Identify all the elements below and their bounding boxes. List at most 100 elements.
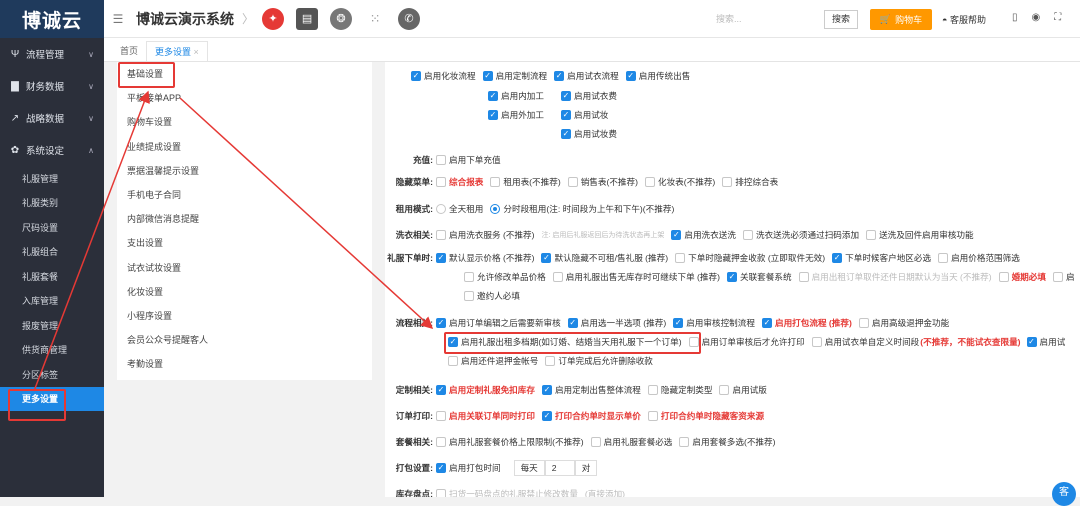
- checkbox-icon[interactable]: ✓: [671, 230, 682, 240]
- option-checkbox[interactable]: ✓ 下单时候客户地区必选: [832, 252, 931, 264]
- checkbox-icon[interactable]: ✓: [436, 463, 446, 473]
- sidebar-item[interactable]: 报废管理: [0, 313, 104, 338]
- rent-mode-radio[interactable]: 分时段租用(注: 时间段为上午和下午)(不推荐): [490, 203, 674, 215]
- checkbox-icon[interactable]: [647, 411, 658, 421]
- option-checkbox[interactable]: 启用高级退押金功能: [858, 317, 949, 329]
- pack-days-input[interactable]: 2: [544, 460, 575, 476]
- checkbox-icon[interactable]: [858, 318, 869, 328]
- checkbox-icon[interactable]: [938, 253, 949, 263]
- checkbox-icon[interactable]: ✓: [673, 318, 684, 328]
- checkbox-icon[interactable]: [436, 177, 446, 187]
- option-checkbox[interactable]: ✓ 启用订单编辑之后需要新审核: [436, 317, 561, 329]
- chat-icon[interactable]: 客: [1052, 482, 1076, 506]
- checkbox-icon[interactable]: [436, 489, 446, 497]
- checkbox-icon[interactable]: ✓: [436, 318, 446, 328]
- option-checkbox[interactable]: 启用洗衣服务 (不推荐): [436, 229, 534, 241]
- search-button[interactable]: 搜索: [824, 10, 858, 29]
- option-checkbox[interactable]: ✓ 启用试衣费: [561, 90, 617, 102]
- option-checkbox[interactable]: ✓ 启用传统出售: [625, 70, 690, 82]
- settings-category-item[interactable]: 平板接单APP: [117, 86, 372, 110]
- checkbox-icon[interactable]: ✓: [488, 91, 498, 101]
- settings-category-item[interactable]: 考勤设置: [117, 352, 372, 376]
- option-checkbox[interactable]: 销售表(不推荐): [567, 176, 638, 188]
- checkbox-icon[interactable]: ✓: [541, 385, 552, 395]
- settings-category-item[interactable]: 会员公众号提醒客人: [117, 328, 372, 352]
- option-checkbox[interactable]: 租用表(不推荐): [490, 176, 561, 188]
- option-checkbox[interactable]: 订单完成后允许删除收款: [545, 355, 653, 367]
- option-checkbox[interactable]: ✓ 启用内加工: [488, 90, 544, 102]
- checkbox-icon[interactable]: [552, 272, 563, 282]
- checkbox-icon[interactable]: [866, 230, 877, 240]
- apps-grid-icon[interactable]: ⁙: [364, 7, 387, 30]
- option-checkbox[interactable]: 启用还件退押金帐号: [448, 355, 538, 367]
- option-checkbox[interactable]: 排控综合表: [722, 176, 778, 188]
- checkbox-icon[interactable]: ✓: [1026, 337, 1037, 347]
- option-checkbox[interactable]: ✓ 默认显示价格 (不推荐): [436, 252, 534, 264]
- option-checkbox[interactable]: 启用出租订单取件还件日期默认为当天 (不推荐): [798, 271, 992, 283]
- option-checkbox[interactable]: ✓ 启用试: [1026, 336, 1065, 348]
- checkbox-icon[interactable]: [436, 437, 446, 447]
- sidebar-group[interactable]: ↗ 战略数据 ∨: [0, 102, 104, 134]
- checkbox-icon[interactable]: [722, 177, 733, 187]
- hamburger-icon[interactable]: ☰: [104, 12, 132, 26]
- checkbox-icon[interactable]: ✓: [625, 71, 636, 81]
- settings-category-item[interactable]: 试衣试妆设置: [117, 256, 372, 280]
- checkbox-icon[interactable]: ✓: [832, 253, 843, 263]
- checkbox-icon[interactable]: [798, 272, 809, 282]
- checkbox-icon[interactable]: [436, 230, 446, 240]
- option-checkbox[interactable]: 送洗及回件启用审核功能: [866, 229, 974, 241]
- checkbox-icon[interactable]: [644, 177, 655, 187]
- fire-icon[interactable]: ✦: [262, 7, 285, 30]
- phone-icon[interactable]: ✆: [398, 7, 421, 30]
- settings-category-item[interactable]: 内部微信消息提醒: [117, 207, 372, 231]
- checkbox-icon[interactable]: [719, 385, 730, 395]
- option-checkbox[interactable]: 综合报表: [436, 176, 483, 188]
- sidebar-item[interactable]: 尺码设置: [0, 215, 104, 240]
- option-checkbox[interactable]: 启用礼服套餐必选: [590, 436, 672, 448]
- checkbox-icon[interactable]: [464, 272, 474, 282]
- option-checkbox[interactable]: ✓ 启用定制出售整体流程: [541, 384, 641, 396]
- option-checkbox[interactable]: ✓ 启用定制礼服免扣库存: [436, 384, 535, 396]
- tab-more-settings[interactable]: 更多设置 ×: [146, 41, 208, 61]
- sidebar-item[interactable]: 礼服组合: [0, 240, 104, 265]
- checkbox-icon[interactable]: [811, 337, 822, 347]
- checkbox-icon[interactable]: [675, 253, 686, 263]
- option-checkbox[interactable]: 启用套餐多选(不推荐): [679, 436, 775, 448]
- customer-help-link[interactable]: ◓ 客服帮助: [942, 13, 986, 26]
- option-checkbox[interactable]: 启用价格范围筛选: [938, 252, 1020, 264]
- sidebar-group[interactable]: ✿ 系统设定 ∧: [0, 134, 104, 166]
- checkbox-icon[interactable]: ✓: [561, 129, 571, 139]
- checkbox-icon[interactable]: ✓: [561, 110, 571, 120]
- option-checkbox[interactable]: 婚期必填: [998, 271, 1046, 283]
- option-checkbox[interactable]: 启用下单充值: [436, 154, 501, 166]
- option-checkbox[interactable]: ✓ 打印合约单时显示单价: [541, 410, 641, 422]
- checkbox-icon[interactable]: [464, 291, 474, 301]
- checkbox-icon[interactable]: [436, 155, 446, 165]
- settings-category-item[interactable]: 票据温馨提示设置: [117, 159, 372, 183]
- checkbox-icon[interactable]: ✓: [488, 110, 498, 120]
- sidebar-item[interactable]: 入库管理: [0, 289, 104, 314]
- option-checkbox[interactable]: ✓ 启用审核控制流程: [673, 317, 755, 329]
- sidebar-item[interactable]: 礼服套餐: [0, 264, 104, 289]
- option-checkbox[interactable]: ✓ 启用打包时间: [436, 462, 501, 474]
- sidebar-item[interactable]: 供货商管理: [0, 338, 104, 363]
- option-checkbox[interactable]: ✓ 启用试衣流程: [554, 70, 619, 82]
- option-checkbox[interactable]: ✓ 启用定制流程: [482, 70, 547, 82]
- tab-home[interactable]: 首页: [112, 41, 146, 61]
- option-checkbox[interactable]: 启用订单审核后才允许打印: [688, 336, 805, 348]
- option-checkbox[interactable]: ✓ 启用试妆费: [561, 128, 617, 140]
- option-checkbox[interactable]: ✓ 启用试妆: [561, 109, 608, 121]
- option-checkbox[interactable]: ✓ 关联套餐系统: [726, 271, 792, 283]
- sidebar-group[interactable]: ▇ 财务数据 ∨: [0, 70, 104, 102]
- option-checkbox[interactable]: 启用试衣单自定义时间段: [811, 336, 919, 348]
- cart-button[interactable]: 🛒 购物车: [870, 9, 932, 30]
- option-checkbox[interactable]: ✓ 启用化妆流程: [411, 70, 476, 82]
- sidebar-group[interactable]: Ψ 流程管理 ∨: [0, 38, 104, 70]
- checkbox-icon[interactable]: [647, 385, 658, 395]
- option-checkbox[interactable]: 启用试版: [719, 384, 767, 396]
- checkbox-icon[interactable]: ✓: [761, 318, 772, 328]
- option-checkbox[interactable]: 启用关联订单同时打印: [436, 410, 535, 422]
- swirl-icon[interactable]: ❂: [330, 7, 353, 30]
- book-icon[interactable]: ▤: [296, 7, 319, 30]
- checkbox-icon[interactable]: [590, 437, 601, 447]
